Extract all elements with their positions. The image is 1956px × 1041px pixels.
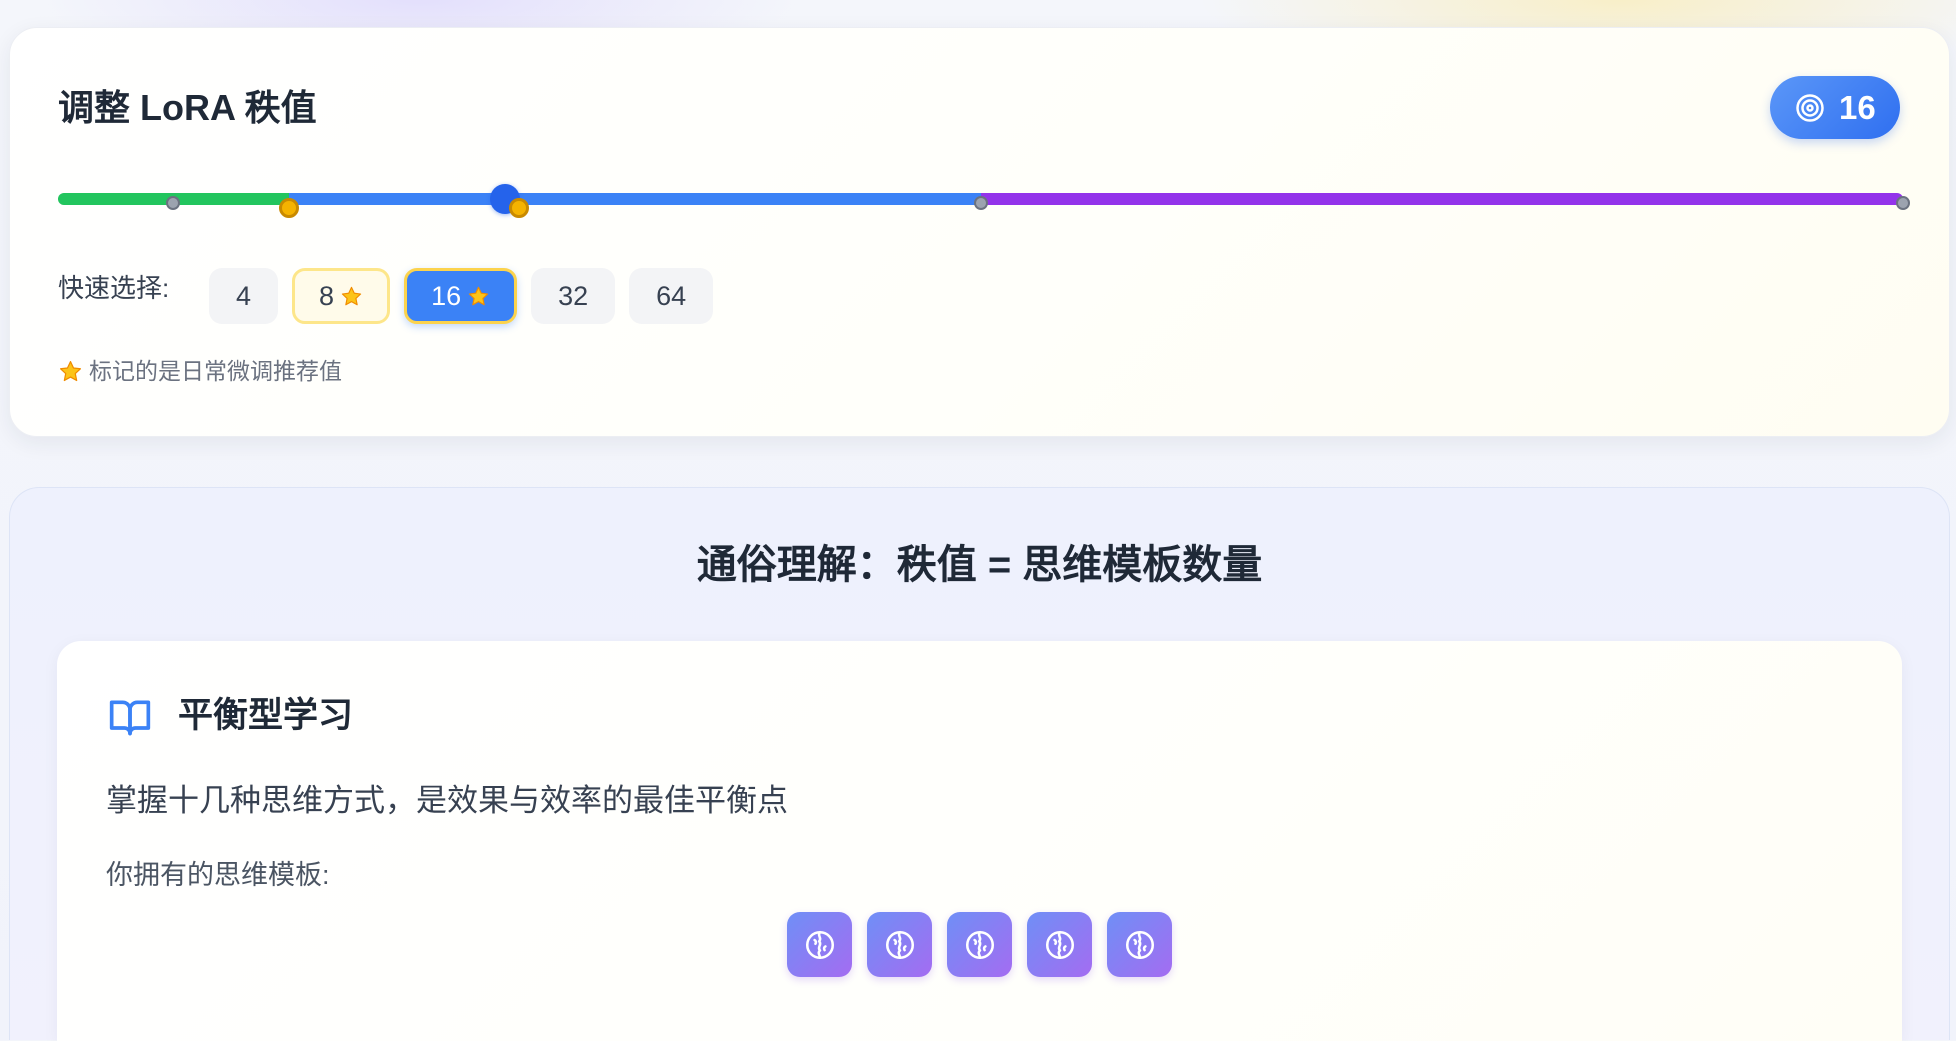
quick-select-option-4[interactable]: 4 (209, 268, 279, 324)
slider-segment (288, 193, 981, 205)
learning-mode-heading: 平衡型学习 (178, 696, 354, 735)
recommended-slider-mark (278, 198, 299, 218)
template-icon-row (57, 912, 1902, 977)
slider-mark (973, 196, 988, 210)
quick-select-options: 4 8 16 32 64 (209, 268, 714, 324)
star-icon (340, 285, 363, 308)
slider-mark (166, 196, 181, 210)
rank-slider[interactable] (58, 178, 1910, 222)
explanation-panel: 通俗理解：秩值 = 思维模板数量 平衡型学习 掌握十几种思维方式，是效果与效率的… (9, 487, 1950, 1041)
target-icon (1795, 93, 1825, 123)
note-text: 标记的是日常微调推荐值 (89, 358, 342, 384)
brain-icon (1027, 912, 1092, 977)
option-label: 32 (558, 280, 589, 311)
slider-mark (1896, 196, 1910, 210)
panel-title: 调整 LoRA 秩值 (58, 87, 317, 128)
learning-mode-description: 掌握十几种思维方式，是效果与效率的最佳平衡点 (106, 783, 788, 818)
quick-select: 快速选择: 4 8 16 32 64 (58, 268, 1058, 324)
option-label: 8 (319, 280, 335, 311)
explanation-title: 通俗理解：秩值 = 思维模板数量 (696, 543, 1263, 587)
quick-select-label: 快速选择: (58, 273, 170, 303)
brain-icon (947, 912, 1012, 977)
option-label: 16 (431, 280, 462, 311)
slider-segment (980, 193, 1903, 205)
learning-mode-card: 平衡型学习 掌握十几种思维方式，是效果与效率的最佳平衡点 你拥有的思维模板: (57, 641, 1902, 1041)
option-label: 64 (656, 280, 687, 311)
current-value: 16 (1839, 88, 1876, 126)
current-value-badge: 16 (1770, 76, 1900, 139)
book-open-icon (107, 695, 153, 739)
brain-icon (867, 912, 932, 977)
brain-icon (1107, 912, 1172, 977)
option-label: 4 (236, 280, 252, 311)
quick-select-option-64[interactable]: 64 (629, 268, 714, 324)
rank-slider-panel: 调整 LoRA 秩值 16 快速选择: 4 8 16 32 64 标记的是日常微… (9, 27, 1950, 437)
quick-select-option-32[interactable]: 32 (531, 268, 616, 324)
recommendation-note: 标记的是日常微调推荐值 (58, 355, 342, 387)
star-icon (58, 359, 83, 384)
quick-select-option-16[interactable]: 16 (404, 268, 518, 324)
recommended-slider-mark (509, 198, 530, 218)
brain-icon (787, 912, 852, 977)
star-icon (467, 285, 490, 308)
templates-label: 你拥有的思维模板: (106, 860, 330, 890)
quick-select-option-8[interactable]: 8 (292, 268, 391, 324)
